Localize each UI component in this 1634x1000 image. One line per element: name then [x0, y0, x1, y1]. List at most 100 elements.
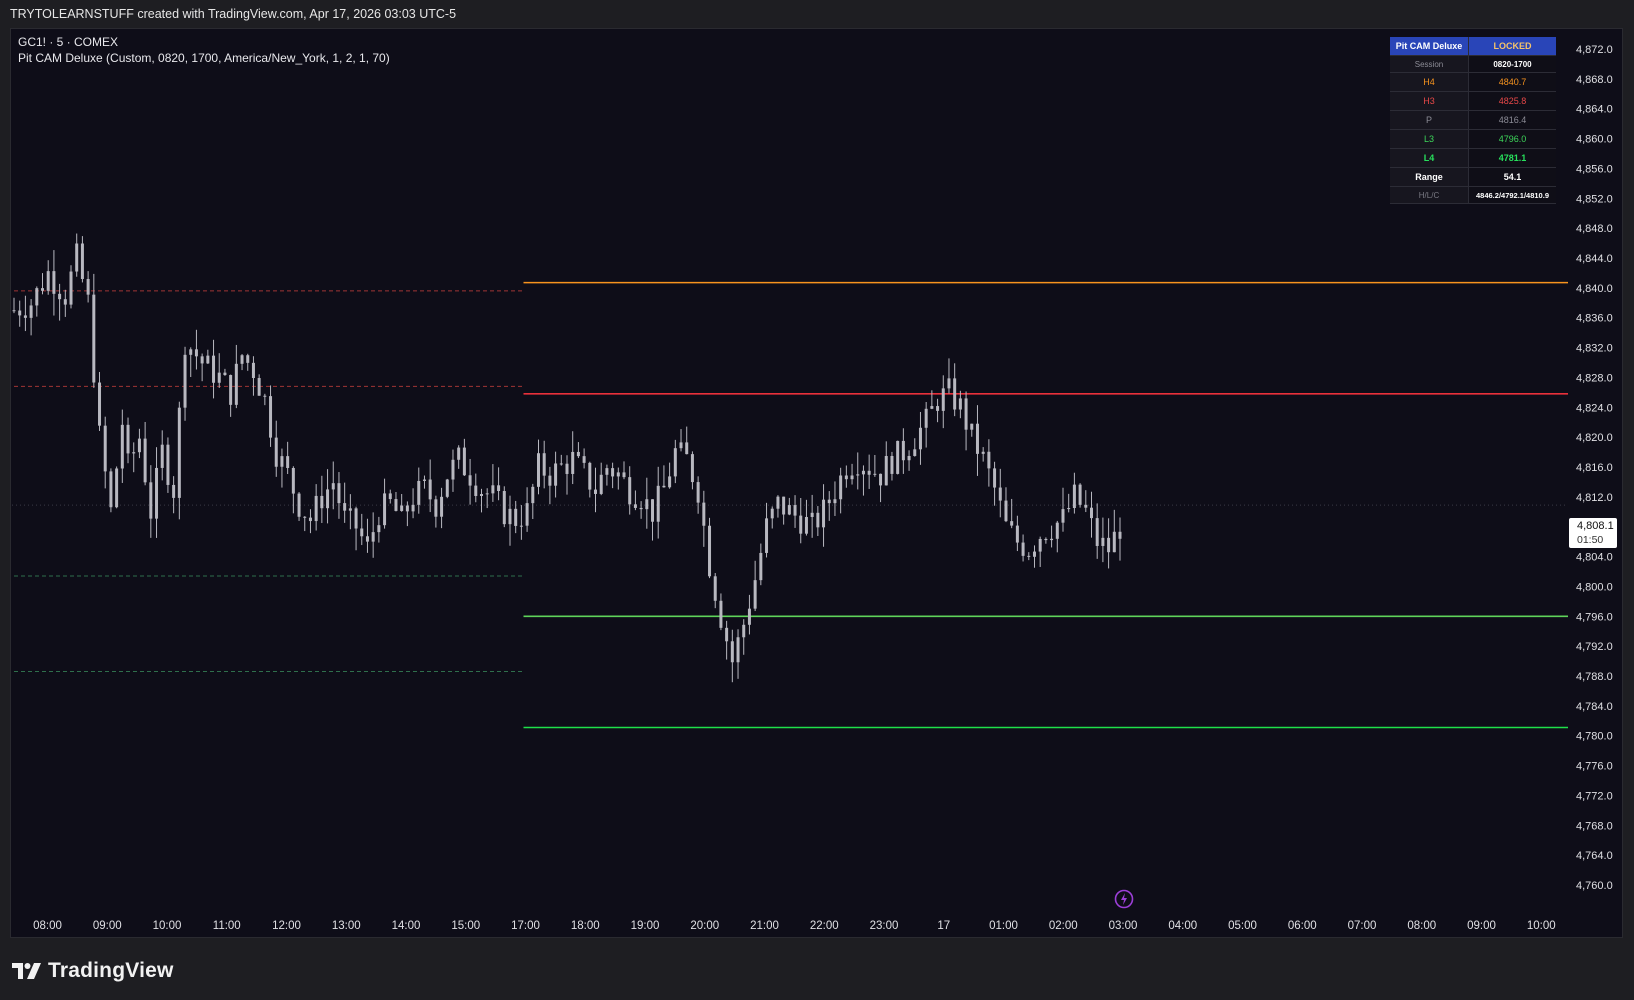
table-header-row: Pit CAM Deluxe LOCKED [1390, 37, 1556, 56]
row-value: 4781.1 [1468, 148, 1556, 168]
table-row-h3: H3 4825.8 [1390, 91, 1556, 111]
candle-body [953, 378, 957, 410]
price-tick: 4,800.0 [1576, 581, 1613, 593]
candle [98, 371, 102, 431]
row-label: Range [1390, 167, 1469, 187]
price-tick: 4,868.0 [1576, 74, 1613, 86]
candle [833, 481, 837, 516]
candle [234, 344, 238, 409]
candle-body [46, 271, 50, 291]
candle [947, 358, 951, 394]
candle-body [633, 504, 637, 508]
candle [246, 353, 250, 371]
candle [941, 375, 945, 429]
price-tick: 4,768.0 [1576, 820, 1613, 832]
candle-body [867, 470, 871, 475]
price-tick: 4,848.0 [1576, 223, 1613, 235]
candle [651, 499, 655, 541]
time-tick: 12:00 [272, 920, 301, 932]
time-tick: 09:00 [93, 920, 122, 932]
candle [844, 465, 848, 488]
candle-body [765, 518, 769, 553]
price-tick: 4,864.0 [1576, 104, 1613, 116]
candle [274, 420, 278, 477]
lightning-icon[interactable] [1114, 889, 1134, 909]
candle-body [890, 455, 894, 474]
candle-body [229, 375, 233, 405]
symbol-line[interactable]: GC1! · 5 · COMEX [18, 34, 390, 50]
candle-body [861, 470, 865, 475]
last-price-tag: 4,808.1 01:50 [1569, 517, 1617, 548]
candle-body [679, 442, 683, 449]
row-value: 4846.2/4792.1/4810.9 [1468, 186, 1556, 204]
candle-body [519, 525, 523, 527]
brand-name: TradingView [48, 959, 174, 982]
candle-body [240, 355, 244, 364]
candle-body [918, 427, 922, 450]
candle-body [782, 496, 786, 515]
candle-body [730, 641, 734, 663]
time-tick: 14:00 [392, 920, 421, 932]
candle-body [212, 355, 216, 383]
candle [326, 469, 330, 524]
candle-body [63, 299, 67, 305]
candle-body [115, 468, 119, 508]
candle-body [23, 315, 27, 318]
candle-body [451, 459, 455, 480]
candle [611, 462, 615, 489]
candle [348, 494, 352, 530]
candle [183, 346, 187, 421]
candle [867, 454, 871, 489]
indicator-line[interactable]: Pit CAM Deluxe (Custom, 0820, 1700, Amer… [18, 50, 390, 66]
candle [120, 409, 124, 483]
candle [554, 451, 558, 498]
candle-body [132, 452, 136, 454]
candle [514, 500, 518, 534]
candle [696, 476, 700, 514]
time-tick: 23:00 [870, 920, 899, 932]
candle [428, 459, 432, 513]
candle-body [799, 515, 803, 534]
candle-body [172, 484, 176, 498]
candle [80, 236, 84, 283]
candle [177, 401, 181, 520]
candle [445, 478, 449, 499]
candle [462, 438, 466, 476]
candle [713, 573, 717, 609]
candle [365, 518, 369, 553]
chart-canvas[interactable]: 4,872.0 4,868.0 4,864.0 4,860.0 4,856.0 4,852… [0, 0, 1634, 1000]
candle [23, 295, 27, 332]
candle [765, 502, 769, 558]
candle-body [502, 491, 506, 525]
candle-body [804, 516, 808, 534]
time-tick: 01:00 [989, 920, 1018, 932]
candle-body [445, 479, 449, 497]
candle-body [759, 552, 763, 581]
candle [251, 356, 255, 396]
candle-body [1107, 537, 1111, 553]
previous-session-levels [12, 290, 1568, 673]
candle-body [52, 271, 56, 294]
tradingview-logo[interactable]: TradingView [12, 957, 174, 985]
time-tick: 09:00 [1467, 920, 1496, 932]
candle [782, 496, 786, 525]
candle [143, 421, 147, 486]
candle-body [371, 532, 375, 542]
candle-body [109, 471, 113, 508]
row-label: L4 [1390, 148, 1469, 168]
price-tick: 4,852.0 [1576, 193, 1613, 205]
candle-body [702, 502, 706, 526]
candle-body [708, 525, 712, 577]
candle [29, 299, 33, 336]
candle [297, 492, 301, 521]
candle [1118, 517, 1122, 561]
candle [730, 629, 734, 683]
candle [953, 363, 957, 417]
candle [993, 461, 997, 506]
candle [633, 490, 637, 511]
candle-body [947, 378, 951, 389]
candle [240, 354, 244, 371]
price-tick: 4,860.0 [1576, 134, 1613, 146]
candle [417, 467, 421, 514]
candle [753, 560, 757, 612]
